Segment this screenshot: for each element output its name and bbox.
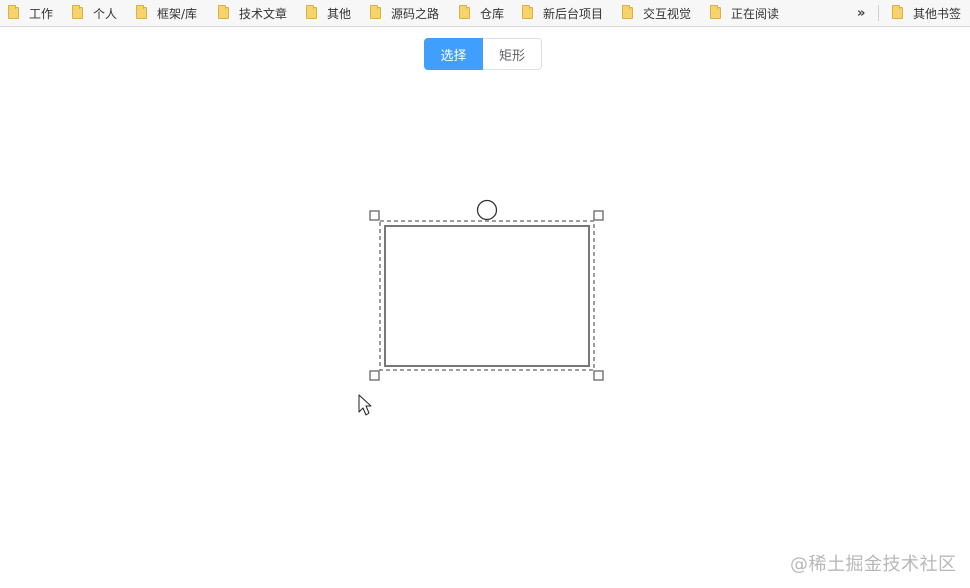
folder-icon	[459, 5, 470, 19]
bookmark-label: 仓库	[480, 6, 505, 21]
drawing-canvas[interactable]	[0, 28, 970, 588]
folder-icon	[522, 5, 533, 19]
resize-handle-bottom-right[interactable]	[593, 370, 604, 381]
folder-icon	[306, 5, 317, 19]
bookmark-label: 个人	[93, 6, 118, 21]
bookmark-repos[interactable]: 仓库	[459, 0, 504, 26]
folder-icon	[8, 5, 19, 19]
bookmark-other-bookmarks[interactable]: 其他书签	[892, 0, 961, 26]
bookmark-other[interactable]: 其他	[306, 0, 351, 26]
bookmark-personal[interactable]: 个人	[72, 0, 117, 26]
bookmark-label: 正在阅读	[731, 6, 780, 21]
bookmark-interaction-visual[interactable]: 交互视觉	[622, 0, 691, 26]
watermark: @稀土掘金技术社区	[790, 554, 957, 575]
more-bookmarks-icon[interactable]: »	[857, 0, 865, 26]
bookmark-label: 工作	[29, 6, 54, 21]
bookmark-label: 其他书签	[913, 6, 962, 21]
bookmark-divider	[878, 5, 879, 21]
bookmarks-bar: 工作 个人 框架/库 技术文章 其他 源码之路 仓库 新后台项目 交互视觉 正在…	[0, 0, 970, 27]
rotate-handle[interactable]	[476, 199, 498, 221]
rectangle-shape[interactable]	[384, 225, 590, 367]
bookmark-label: 新后台项目	[543, 6, 604, 21]
folder-icon	[892, 5, 903, 19]
bookmark-tech-articles[interactable]: 技术文章	[218, 0, 287, 26]
bookmark-frameworks[interactable]: 框架/库	[136, 0, 197, 26]
folder-icon	[710, 5, 721, 19]
resize-handle-top-right[interactable]	[593, 210, 604, 221]
bookmark-label: 技术文章	[239, 6, 288, 21]
bookmark-label: 交互视觉	[643, 6, 692, 21]
bookmark-new-admin[interactable]: 新后台项目	[522, 0, 603, 26]
folder-icon	[218, 5, 229, 19]
folder-icon	[622, 5, 633, 19]
folder-icon	[136, 5, 147, 19]
bookmark-source-code[interactable]: 源码之路	[370, 0, 439, 26]
bookmark-reading[interactable]: 正在阅读	[710, 0, 779, 26]
mouse-cursor-icon	[358, 394, 372, 416]
bookmark-work[interactable]: 工作	[8, 0, 53, 26]
folder-icon	[370, 5, 381, 19]
bookmark-label: 源码之路	[391, 6, 440, 21]
canvas-svg	[358, 199, 604, 416]
resize-handle-bottom-left[interactable]	[369, 370, 380, 381]
bookmark-label: 其他	[327, 6, 352, 21]
folder-icon	[72, 5, 83, 19]
resize-handle-top-left[interactable]	[369, 210, 380, 221]
bookmark-label: 框架/库	[157, 6, 198, 21]
